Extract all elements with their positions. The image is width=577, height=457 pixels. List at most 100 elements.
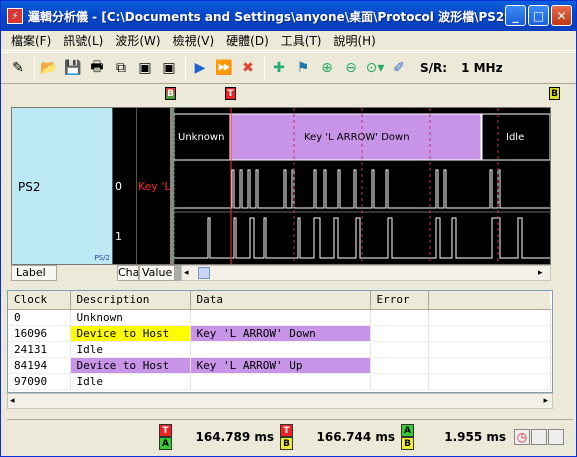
cell-description: Device to Host [70,325,191,342]
table-hscrollbar[interactable]: ◂ ▸ [7,393,553,409]
cell-data: Key 'L ARROW' Up [190,357,371,374]
status-bar: T A 164.789 ms T B 166.744 ms A B 1.955 … [7,419,573,453]
cell-clock: 16096 [8,325,71,342]
cell-error [370,325,429,342]
table-row[interactable]: 84194 Device to Host Key 'L ARROW' Up [8,357,551,374]
table-row[interactable]: 16096 Device to Host Key 'L ARROW' Down [8,325,551,342]
minimize-button[interactable]: _ [505,5,526,26]
channel-name: PS2 [18,180,41,194]
signal2-icon[interactable] [548,428,564,445]
pen-icon[interactable]: ✐ [388,57,410,79]
cell-filler [428,325,551,342]
cell-filler [428,373,551,390]
menu-hardware[interactable]: 硬體(D) [220,32,275,49]
app-window: ⚡ 邏輯分析儀 - [C:\Documents and Settings\any… [0,0,577,457]
table-row[interactable]: 0 Unknown [8,309,551,326]
marker-trigger-flag[interactable]: T [225,87,236,100]
menu-help[interactable]: 說明(H) [327,32,381,49]
col-data[interactable]: Data [190,291,371,310]
measure-ab: 1.955 ms [444,429,506,444]
pair-ta-top: T [159,423,172,437]
toolbar-separator [185,57,186,79]
menu-waveform[interactable]: 波形(W) [109,32,166,49]
scroll-left-icon[interactable]: ◂ [184,268,194,278]
level-row0: 0 [115,180,122,193]
col-error[interactable]: Error [370,291,429,310]
copy-icon[interactable]: ⧉ [110,57,132,79]
bus-text-key-down: Key 'L ARROW' Down [304,132,410,143]
print-icon[interactable]: 🖶 [86,57,108,79]
open-icon[interactable]: 📂 [38,57,60,79]
menu-signal[interactable]: 訊號(L) [57,32,109,49]
cell-clock: 0 [8,309,71,326]
cell-description: Unknown [70,309,191,326]
cell-clock: 24131 [8,341,71,358]
cell-description: Idle [70,373,191,390]
cell-error [370,309,429,326]
scroll-right-icon[interactable]: ▸ [543,396,548,406]
save-icon[interactable]: 💾 [62,57,84,79]
cell-error [370,373,429,390]
tab-cha[interactable]: Cha [117,265,139,281]
marker-b2-flag[interactable]: B [549,87,560,100]
cell-data [190,341,371,358]
app-icon: ⚡ [7,8,23,24]
channel-tag: PS/2 [94,254,110,262]
marker-b-flag[interactable]: B [165,87,176,100]
remove-signal-icon[interactable]: ⚑ [292,57,314,79]
waveform-panel[interactable]: PS2 PS/2 0 1 Key 'L Unknown Key 'L ARROW… [11,107,551,265]
marker-pair-ta: T A [159,423,172,450]
tab-value[interactable]: Value [139,265,175,281]
zoom-out-icon[interactable]: ⊖ [340,57,362,79]
zoom-dropdown-icon[interactable]: ⊙▾ [364,57,386,79]
run-icon[interactable]: ▶ [189,57,211,79]
clock-wave [174,169,550,259]
cell-error [370,341,429,358]
run-repeat-icon[interactable]: ⏩ [213,57,235,79]
close-button[interactable]: ✕ [551,5,572,26]
value-text: Key 'L [138,180,170,193]
maximize-button[interactable]: □ [528,5,549,26]
cell-data: Key 'L ARROW' Down [190,325,371,342]
scroll-left-icon[interactable]: ◂ [10,396,15,406]
bus-text-unknown: Unknown [178,132,224,143]
menu-tools[interactable]: 工具(T) [275,32,328,49]
menu-bar: 檔案(F) 訊號(L) 波形(W) 檢視(V) 硬體(D) 工具(T) 說明(H… [1,31,576,51]
measure-tb: 166.744 ms [316,429,395,444]
cell-data [190,309,371,326]
pair-tb-top: T [280,423,293,437]
col-description[interactable]: Description [70,291,191,310]
pair-ab-bottom: B [401,436,414,450]
col-clock[interactable]: Clock [8,291,71,310]
channel-panel[interactable]: PS2 PS/2 [12,108,112,264]
waveform-hscrollbar[interactable]: ◂ ▸ [181,265,551,281]
toolbar-separator [34,57,35,79]
add-signal-icon[interactable]: ✚ [268,57,290,79]
signal-icon[interactable] [531,428,547,445]
table-row[interactable]: 97090 Idle [8,373,551,390]
scroll-right-icon[interactable]: ▸ [538,268,548,278]
cell-error [370,357,429,374]
cell-filler [428,341,551,358]
menu-file[interactable]: 檔案(F) [5,32,57,49]
protocol-table[interactable]: Clock Description Data Error 0 Unknown 160… [7,290,553,393]
stop-icon[interactable]: ✖ [237,57,259,79]
toolbar-separator [264,57,265,79]
menu-view[interactable]: 檢視(V) [167,32,221,49]
value-column: Key 'L [136,108,170,264]
waveform-tab-row: Label Cha Value ◂ ▸ [11,265,551,281]
waveform-svg: Unknown Key 'L ARROW' Down Idle [174,108,550,264]
tab-label[interactable]: Label [11,265,57,281]
wand-icon[interactable]: ✎ [7,57,29,79]
table-row[interactable]: 24131 Idle [8,341,551,358]
case2-icon[interactable]: ▣ [158,57,180,79]
cell-clock: 84194 [8,357,71,374]
bus-text-idle: Idle [506,132,524,143]
cell-filler [428,357,551,374]
zoom-in-icon[interactable]: ⊕ [316,57,338,79]
clock-icon[interactable]: ◷ [514,428,530,445]
level-row1: 1 [115,230,122,243]
case-icon[interactable]: ▣ [134,57,156,79]
measure-ta: 164.789 ms [195,429,274,444]
scroll-thumb[interactable] [198,267,210,279]
